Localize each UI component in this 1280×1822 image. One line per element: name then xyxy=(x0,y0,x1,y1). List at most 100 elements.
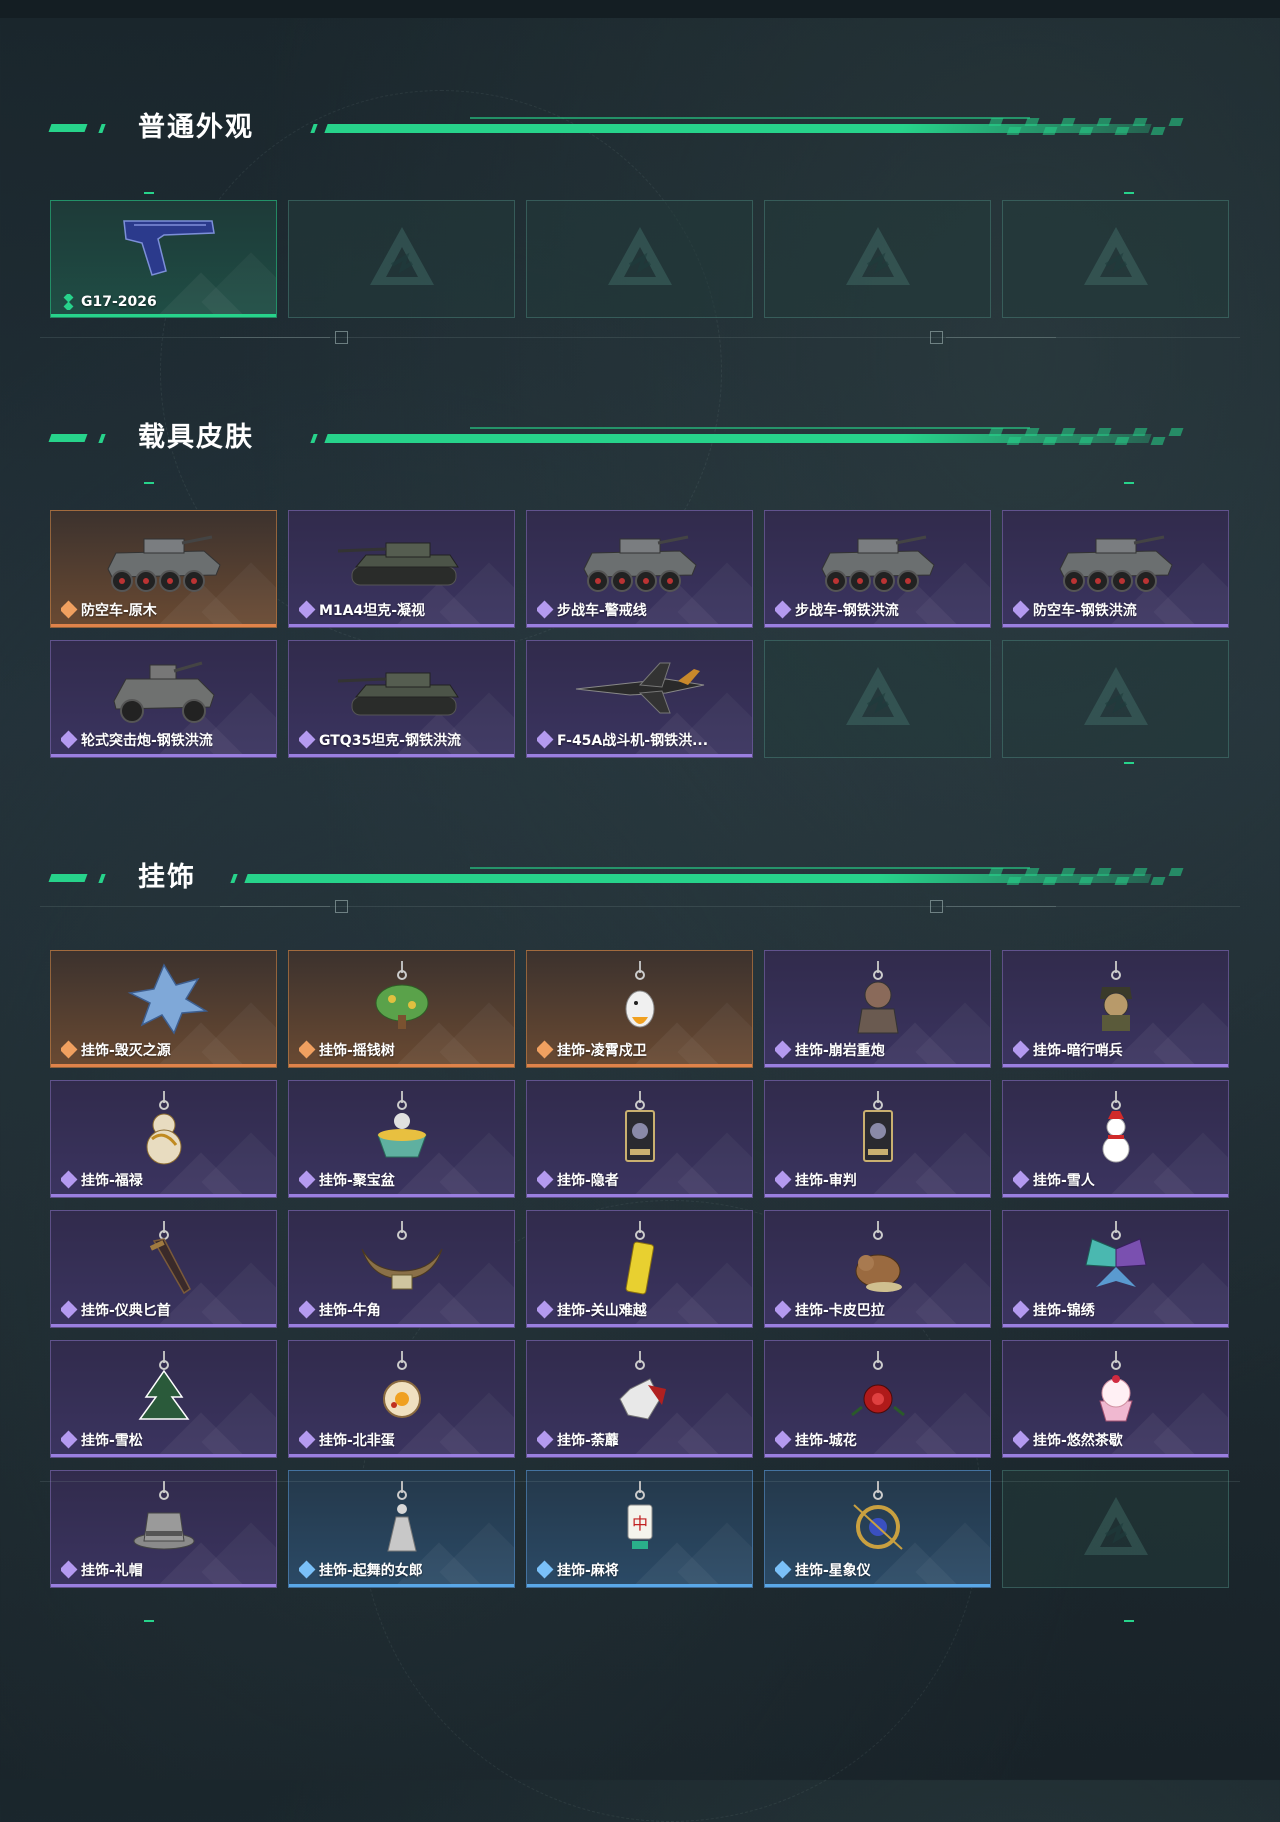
section-header-vehicle: 载具皮肤 xyxy=(48,418,1200,458)
header-dash xyxy=(98,434,106,443)
rarity-diamond-icon xyxy=(61,1430,78,1449)
item-card[interactable]: 挂饰-审判 xyxy=(764,1080,991,1198)
deco-box xyxy=(930,900,943,913)
item-label: 挂饰-雪人 xyxy=(1013,1170,1095,1190)
item-label: 挂饰-北非蛋 xyxy=(299,1430,395,1450)
rarity-bar xyxy=(289,1194,514,1197)
rarity-diamond-icon xyxy=(61,294,77,310)
item-name: G17-2026 xyxy=(81,294,157,310)
item-card[interactable]: 挂饰-雪松 xyxy=(50,1340,277,1458)
gourd-charm-icon xyxy=(146,1091,181,1165)
item-card[interactable]: F-45A战斗机-钢铁洪... xyxy=(526,640,753,758)
placeholder-logo-icon xyxy=(845,667,910,725)
rarity-bar xyxy=(51,1324,276,1327)
item-name: 挂饰-仪典匕首 xyxy=(81,1303,171,1319)
rarity-diamond-icon xyxy=(775,1560,792,1579)
deco-mark xyxy=(1124,482,1134,484)
item-card[interactable]: 轮式突击炮-钢铁洪流 xyxy=(50,640,277,758)
item-card[interactable]: 挂饰-崩岩重炮 xyxy=(764,950,991,1068)
rarity-diamond-icon xyxy=(775,1430,792,1449)
rarity-diamond-icon xyxy=(537,1560,554,1579)
item-name: 挂饰-卡皮巴拉 xyxy=(795,1303,885,1319)
empty-slot xyxy=(1002,200,1229,318)
item-card[interactable]: 挂饰-暗行哨兵 xyxy=(1002,950,1229,1068)
dragon-charm-icon xyxy=(127,963,208,1035)
header-dash xyxy=(48,874,88,882)
header-checker-pattern xyxy=(988,868,1200,888)
item-label: 挂饰-城花 xyxy=(775,1430,857,1450)
section-title: 载具皮肤 xyxy=(138,422,254,453)
item-card[interactable]: 挂饰-牛角 xyxy=(288,1210,515,1328)
item-name: GTQ35坦克-钢铁洪流 xyxy=(319,733,461,749)
rarity-bar xyxy=(51,314,276,317)
item-card[interactable]: 挂饰-关山难越 xyxy=(526,1210,753,1328)
rarity-diamond-icon xyxy=(1013,1170,1030,1189)
empty-slot xyxy=(526,200,753,318)
rarity-bar xyxy=(51,1454,276,1457)
rarity-diamond-icon xyxy=(299,730,316,749)
wheeled-vehicle-icon xyxy=(820,535,935,592)
item-card[interactable]: 挂饰-凌霄戍卫 xyxy=(526,950,753,1068)
card-charm-icon xyxy=(862,1091,893,1162)
mahjong-charm-icon: 中 xyxy=(627,1481,652,1549)
item-label: 挂饰-审判 xyxy=(775,1170,857,1190)
section-title: 普通外观 xyxy=(138,112,254,143)
item-card[interactable]: 挂饰-锦绣 xyxy=(1002,1210,1229,1328)
item-name: 挂饰-聚宝盆 xyxy=(319,1173,395,1189)
figure-charm-icon xyxy=(856,961,899,1034)
item-card[interactable]: 挂饰-卡皮巴拉 xyxy=(764,1210,991,1328)
item-card[interactable]: 挂饰-星象仪 xyxy=(764,1470,991,1588)
item-name: M1A4坦克-凝视 xyxy=(319,603,426,619)
item-label: 步战车-警戒线 xyxy=(537,600,647,620)
deco-mark xyxy=(1124,192,1134,194)
item-card[interactable]: 挂饰-仪典匕首 xyxy=(50,1210,277,1328)
top-strip xyxy=(0,0,1280,18)
item-card[interactable]: 挂饰-礼帽 xyxy=(50,1470,277,1588)
item-label: 挂饰-毁灭之源 xyxy=(61,1040,171,1060)
item-card[interactable]: 挂饰-隐者 xyxy=(526,1080,753,1198)
rarity-bar xyxy=(1003,1324,1228,1327)
rarity-bar xyxy=(289,754,514,757)
item-name: 挂饰-审判 xyxy=(795,1173,857,1189)
rarity-diamond-icon xyxy=(537,1300,554,1319)
jet-icon xyxy=(575,662,704,714)
rarity-diamond-icon xyxy=(61,730,78,749)
item-label: 挂饰-牛角 xyxy=(299,1300,381,1320)
item-card[interactable]: 挂饰-城花 xyxy=(764,1340,991,1458)
item-card[interactable]: 中挂饰-麻将 xyxy=(526,1470,753,1588)
rarity-bar xyxy=(527,1194,752,1197)
hat-charm-icon xyxy=(133,1481,194,1550)
item-card[interactable]: 挂饰-北非蛋 xyxy=(288,1340,515,1458)
item-card[interactable]: 挂饰-雪人 xyxy=(1002,1080,1229,1198)
deco-line xyxy=(40,1481,1240,1482)
item-card[interactable]: 挂饰-摇钱树 xyxy=(288,950,515,1068)
item-card[interactable]: 防空车-原木 xyxy=(50,510,277,628)
rarity-diamond-icon xyxy=(61,1040,78,1059)
empty-slot xyxy=(288,200,515,318)
item-card[interactable]: 步战车-钢铁洪流 xyxy=(764,510,991,628)
section-title: 挂饰 xyxy=(138,862,196,893)
item-card[interactable]: 防空车-钢铁洪流 xyxy=(1002,510,1229,628)
rarity-bar xyxy=(289,624,514,627)
item-name: 挂饰-摇钱树 xyxy=(319,1043,395,1059)
rarity-diamond-icon xyxy=(537,600,554,619)
item-label: G17-2026 xyxy=(61,294,157,310)
empty-slot xyxy=(764,640,991,758)
rarity-bar xyxy=(289,1324,514,1327)
rarity-bar xyxy=(527,1584,752,1587)
deco-box xyxy=(335,900,348,913)
item-card[interactable]: 挂饰-荼蘼 xyxy=(526,1340,753,1458)
item-card[interactable]: 挂饰-悠然茶歇 xyxy=(1002,1340,1229,1458)
item-card[interactable]: 步战车-警戒线 xyxy=(526,510,753,628)
item-card[interactable]: M1A4坦克-凝视 xyxy=(288,510,515,628)
rarity-diamond-icon xyxy=(1013,1430,1030,1449)
item-card[interactable]: 挂饰-毁灭之源 xyxy=(50,950,277,1068)
item-card[interactable]: 挂饰-聚宝盆 xyxy=(288,1080,515,1198)
item-card[interactable]: 挂饰-起舞的女郎 xyxy=(288,1470,515,1588)
horns-charm-icon xyxy=(361,1221,442,1290)
item-card[interactable]: GTQ35坦克-钢铁洪流 xyxy=(288,640,515,758)
rarity-bar xyxy=(527,1454,752,1457)
rarity-bar xyxy=(1003,624,1228,627)
item-card[interactable]: 挂饰-福禄 xyxy=(50,1080,277,1198)
item-card[interactable]: G17-2026 xyxy=(50,200,277,318)
